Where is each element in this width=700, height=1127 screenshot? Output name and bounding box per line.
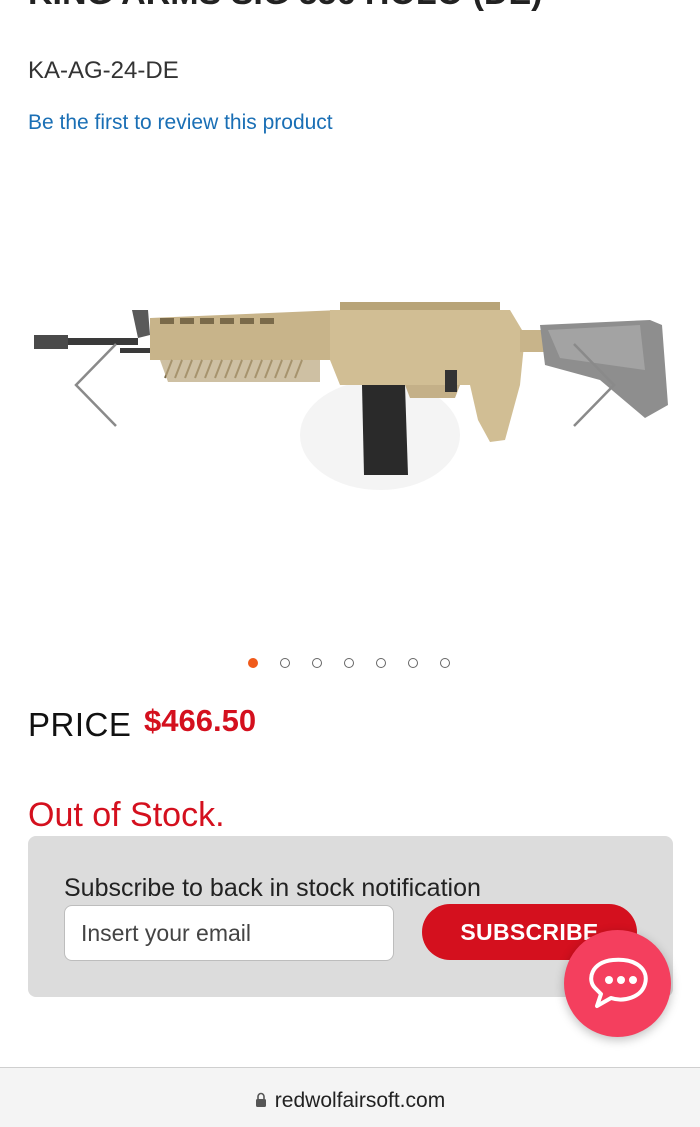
gallery-prev-button[interactable]	[70, 340, 130, 440]
browser-url-bar[interactable]: redwolfairsoft.com	[0, 1067, 700, 1127]
chat-bubble-icon	[588, 957, 648, 1008]
gallery-dot[interactable]	[248, 658, 258, 668]
gallery-dot[interactable]	[408, 658, 418, 668]
product-title: KING ARMS SIG 556 HOLO (DE)	[28, 0, 542, 13]
gallery-dot[interactable]	[376, 658, 386, 668]
price-label: PRICE	[28, 706, 132, 743]
gallery-next-button[interactable]	[570, 340, 630, 440]
price-value: $466.50	[144, 703, 257, 738]
review-link[interactable]: Be the first to review this product	[28, 111, 333, 135]
gallery-dot[interactable]	[440, 658, 450, 668]
email-field[interactable]	[64, 905, 394, 961]
gallery-dot[interactable]	[344, 658, 354, 668]
gallery-pagination	[0, 656, 700, 670]
browser-url: redwolfairsoft.com	[274, 1089, 446, 1112]
chevron-left-icon	[74, 343, 117, 427]
gallery-dot[interactable]	[312, 658, 322, 668]
product-sku: KA-AG-24-DE	[28, 57, 179, 84]
chevron-right-icon	[573, 343, 616, 427]
notification-text: Subscribe to back in stock notification	[64, 874, 481, 902]
product-gallery	[0, 160, 700, 640]
chat-button[interactable]	[564, 930, 671, 1037]
gallery-dot[interactable]	[280, 658, 290, 668]
stock-status: Out of Stock.	[28, 796, 225, 834]
lock-icon	[255, 1092, 266, 1107]
